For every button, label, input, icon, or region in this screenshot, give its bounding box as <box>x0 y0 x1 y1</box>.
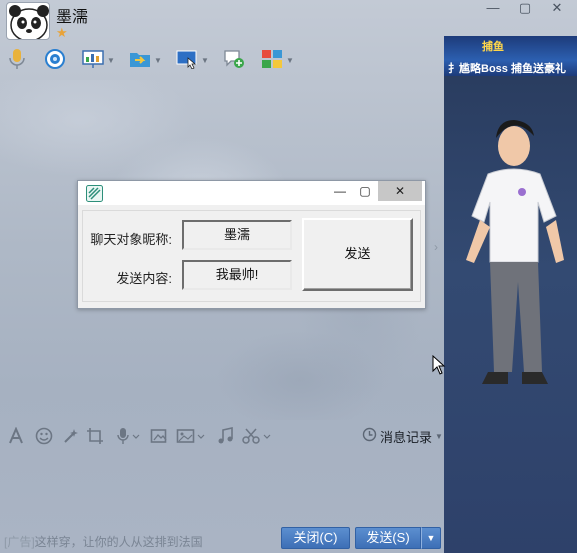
dialog-maximize-button[interactable]: ▢ <box>353 181 377 201</box>
message-record-label: 消息记录 <box>380 429 433 445</box>
dialog-titlebar[interactable]: — ▢ ✕ <box>78 181 425 205</box>
dialog-minimize-button[interactable]: — <box>328 181 352 201</box>
chat-toolbar: ▼ ▼ ▼ ▼ <box>6 46 308 74</box>
ad-banner-text: 扌尴略Boss 捕鱼送豪礼 <box>448 63 566 75</box>
new-chat-icon <box>223 49 245 72</box>
chat-window: 墨濡 ★ — ▢ ✕ ▼ ▼ ▼ ▼ 捕鱼 扌尴略Boss 捕鱼送豪礼 › — … <box>0 0 577 553</box>
avatar[interactable] <box>6 2 50 40</box>
footer-ad[interactable]: [广告]这样穿，让你的人从这排到法国 <box>4 533 203 550</box>
remote-desktop-icon <box>176 49 198 72</box>
font-icon[interactable] <box>8 424 24 448</box>
app-icon <box>86 185 103 202</box>
send-options-button[interactable]: ▼ <box>421 527 441 549</box>
apps-button[interactable]: ▼ <box>261 46 308 74</box>
star-icon: ★ <box>56 25 68 40</box>
dialog-close-button[interactable]: ✕ <box>378 181 422 201</box>
send-button[interactable]: 发送(S) <box>355 527 421 549</box>
picture-icon[interactable] <box>176 424 208 448</box>
contact-nickname[interactable]: 墨濡 <box>56 3 88 27</box>
chevron-right-icon[interactable]: › <box>434 240 438 254</box>
chevron-down-icon[interactable]: ▼ <box>201 56 209 65</box>
ad-text: 这样穿，让你的人从这排到法国 <box>34 535 203 549</box>
content-label: 发送内容: <box>116 271 172 286</box>
mouse-cursor-icon <box>432 355 446 375</box>
close-button[interactable]: 关闭(C) <box>281 527 350 549</box>
clock-icon <box>362 427 377 445</box>
voice-message-icon[interactable] <box>116 424 142 448</box>
nickname-field[interactable]: 墨濡 <box>182 220 292 250</box>
ad-banner-logo: 捕鱼 <box>482 41 504 53</box>
nickname-label: 聊天对象昵称: <box>90 232 172 247</box>
magic-wand-icon[interactable] <box>62 424 80 448</box>
chevron-down-icon: ▼ <box>435 431 443 441</box>
show-avatar-figure <box>466 120 564 384</box>
maximize-button[interactable]: ▢ <box>511 0 539 18</box>
microphone-icon <box>6 47 28 74</box>
chevron-down-icon[interactable]: ▼ <box>154 56 162 65</box>
folder-transfer-icon <box>129 49 151 72</box>
emoji-icon[interactable] <box>35 424 53 448</box>
ad-banner[interactable]: 捕鱼 扌尴略Boss 捕鱼送豪礼 <box>444 36 577 76</box>
screen-share-button[interactable]: ▼ <box>82 46 129 74</box>
dialog-send-button[interactable]: 发送 <box>302 218 413 291</box>
music-icon[interactable] <box>217 424 235 448</box>
file-transfer-button[interactable]: ▼ <box>129 46 176 74</box>
message-record-button[interactable]: 消息记录 ▼ <box>362 426 443 446</box>
minimize-button[interactable]: — <box>479 0 507 18</box>
voice-call-button[interactable] <box>6 46 44 74</box>
chevron-down-icon[interactable]: ▼ <box>286 56 294 65</box>
ad-tag: [广告] <box>4 535 35 549</box>
apps-icon <box>261 49 283 72</box>
close-window-button[interactable]: ✕ <box>543 0 571 18</box>
video-call-button[interactable] <box>44 46 82 74</box>
scissors-icon[interactable] <box>242 424 274 448</box>
screenshot-icon[interactable] <box>86 424 104 448</box>
window-controls: — ▢ ✕ <box>479 0 571 18</box>
create-discussion-button[interactable] <box>223 46 261 74</box>
chevron-down-icon[interactable]: ▼ <box>107 56 115 65</box>
video-icon <box>44 48 66 73</box>
content-field[interactable]: 我最帅! <box>182 260 292 290</box>
image-icon[interactable] <box>150 424 168 448</box>
send-message-dialog: — ▢ ✕ 聊天对象昵称: 墨濡 发送内容: 我最帅! 发送 <box>77 180 426 309</box>
remote-desktop-button[interactable]: ▼ <box>176 46 223 74</box>
screen-share-icon <box>82 49 104 72</box>
ad-panel[interactable]: 捕鱼 扌尴略Boss 捕鱼送豪礼 <box>444 36 577 553</box>
